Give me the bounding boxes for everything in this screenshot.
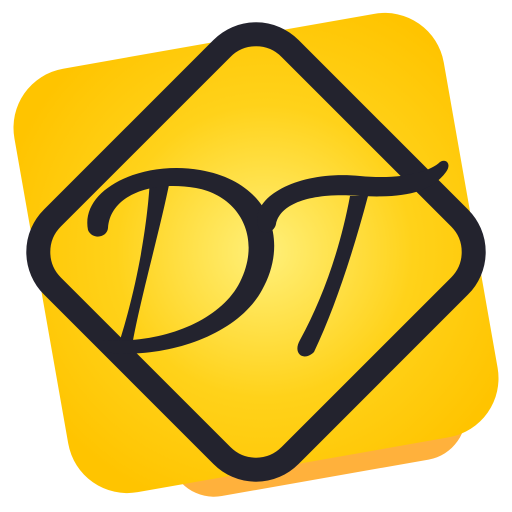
dt-logo-graphic: DT [13,12,499,497]
app-logo: DT [0,0,512,512]
